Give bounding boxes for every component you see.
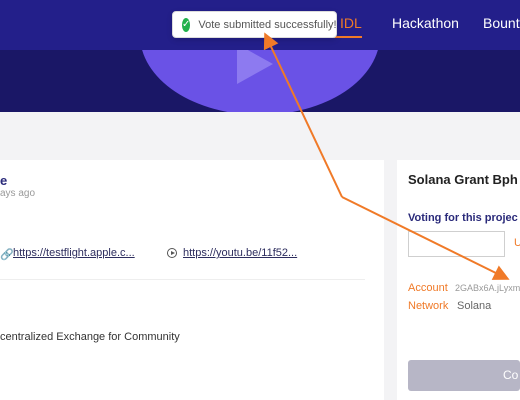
nav-item-hackathon[interactable]: Hackathon [392,15,459,31]
network-value: Solana [457,300,492,312]
success-toast: ✓ Vote submitted successfully! [172,11,337,38]
project-title[interactable]: e [0,173,7,188]
link-icon: 🔗 [0,249,14,261]
project-detail-card [0,160,384,400]
vote-amount-input[interactable] [408,231,505,257]
play-circle-icon [167,248,177,258]
project-updated-time: ays ago [0,188,36,199]
confirm-vote-button[interactable]: Co [408,360,520,391]
network-label: Network [408,300,449,312]
nav-active-underline [334,36,362,38]
vote-unit-label: U [514,237,520,249]
hero-banner [0,50,520,112]
voting-label: Voting for this projec [408,212,518,224]
youtube-link[interactable]: https://youtu.be/11f52... [183,247,297,259]
video-play-icon[interactable] [237,50,273,84]
project-description: centralized Exchange for Community [0,331,180,343]
divider [0,279,365,280]
nav-item-bounty[interactable]: Bounty [483,15,520,31]
check-circle-icon: ✓ [182,17,191,32]
account-address: 2GABx6A.jLyxm [455,283,520,293]
account-label: Account [408,282,448,294]
toast-message: Vote submitted successfully! [198,18,337,31]
nav-item-buidl[interactable]: IDL [340,15,362,31]
grant-title: Solana Grant Bph [408,172,518,187]
testflight-link[interactable]: https://testflight.apple.c... [13,247,135,259]
